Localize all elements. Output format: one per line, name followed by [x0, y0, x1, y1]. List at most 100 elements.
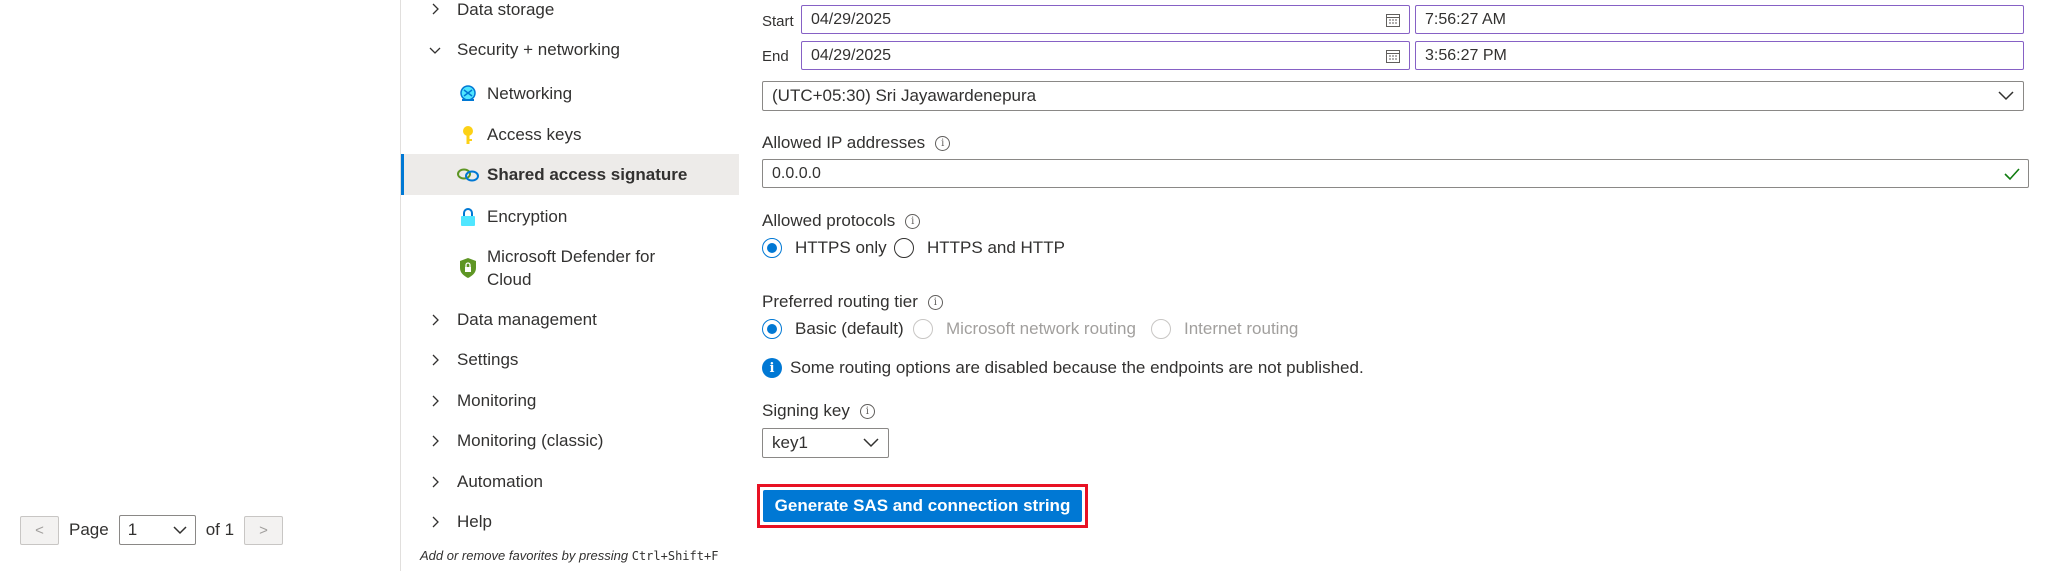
- calendar-icon[interactable]: [1385, 48, 1401, 64]
- networking-icon: [457, 83, 479, 105]
- lock-icon: [457, 206, 479, 228]
- timezone-select[interactable]: (UTC+05:30) Sri Jayawardenepura: [762, 81, 2024, 111]
- favorites-hint: Add or remove favorites by pressing Ctrl…: [420, 548, 718, 563]
- nav-group-label: Help: [457, 512, 492, 531]
- shield-icon: [457, 257, 479, 279]
- next-page-button[interactable]: >: [244, 515, 284, 545]
- favorites-hint-text: Add or remove favorites by pressing: [420, 548, 629, 563]
- nav-group-label: Data storage: [457, 0, 555, 19]
- nav-group-security-networking[interactable]: Security + networking: [401, 40, 739, 62]
- routing-tier-label-text: Preferred routing tier: [762, 292, 918, 311]
- generate-button-highlight: Generate SAS and connection string: [757, 484, 1088, 528]
- chevron-right-icon: [432, 516, 439, 528]
- chevron-down-icon: [173, 525, 187, 534]
- start-time-field[interactable]: 7:56:27 AM: [1415, 5, 2024, 34]
- routing-tier-label: Preferred routing tier i: [762, 292, 943, 312]
- start-time-value: 7:56:27 AM: [1425, 10, 1506, 28]
- nav-group-monitoring[interactable]: Monitoring: [401, 390, 739, 412]
- nav-item-label: Encryption: [487, 207, 568, 226]
- info-icon[interactable]: i: [905, 213, 921, 229]
- radio-label: HTTPS and HTTP: [927, 238, 1065, 257]
- generate-sas-button[interactable]: Generate SAS and connection string: [763, 490, 1082, 522]
- nav-group-help[interactable]: Help: [401, 511, 739, 533]
- nav-group-settings[interactable]: Settings: [401, 349, 739, 371]
- radio-button: [1151, 319, 1171, 339]
- nav-group-label: Settings: [457, 350, 519, 369]
- signing-key-select[interactable]: key1: [762, 428, 889, 458]
- routing-internet: Internet routing: [1151, 319, 1298, 339]
- routing-notice-text: Some routing options are disabled becaus…: [790, 358, 1364, 377]
- signing-key-value: key1: [772, 433, 808, 452]
- calendar-icon[interactable]: [1385, 12, 1401, 28]
- allowed-ip-label: Allowed IP addresses i: [762, 133, 951, 153]
- routing-basic[interactable]: Basic (default): [762, 319, 904, 339]
- chevron-right-icon: [432, 476, 439, 488]
- nav-item-label-line2: Cloud: [487, 270, 532, 289]
- radio-button[interactable]: [894, 238, 914, 258]
- info-icon: i: [762, 358, 782, 378]
- allowed-protocols-label-text: Allowed protocols: [762, 211, 896, 230]
- allowed-ip-input[interactable]: 0.0.0.0: [762, 159, 2029, 188]
- nav-item-label: Shared access signature: [487, 165, 688, 184]
- start-date-value: 04/29/2025: [811, 10, 892, 28]
- radio-button[interactable]: [762, 319, 782, 339]
- page-label: Page: [69, 520, 109, 539]
- resource-menu: Data storage Security + networking Netwo…: [400, 0, 739, 571]
- routing-microsoft-network: Microsoft network routing: [913, 319, 1136, 339]
- page-select-value: 1: [127, 520, 138, 539]
- nav-group-monitoring-classic[interactable]: Monitoring (classic): [401, 430, 739, 452]
- nav-group-label: Security + networking: [457, 40, 620, 59]
- nav-item-access-keys[interactable]: Access keys: [401, 120, 739, 149]
- nav-item-shared-access-signature[interactable]: Shared access signature: [401, 154, 739, 195]
- info-icon[interactable]: i: [927, 294, 943, 310]
- nav-item-label: Access keys: [487, 125, 582, 144]
- nav-group-label: Monitoring (classic): [457, 431, 604, 450]
- chevron-right-icon: [432, 314, 439, 326]
- prev-page-button[interactable]: <: [20, 515, 59, 545]
- routing-notice: i Some routing options are disabled beca…: [762, 358, 1364, 378]
- chevron-down-icon: [1998, 91, 2014, 101]
- timezone-value: (UTC+05:30) Sri Jayawardenepura: [772, 86, 1037, 105]
- radio-button[interactable]: [762, 238, 782, 258]
- signing-key-label: Signing key i: [762, 401, 875, 421]
- check-icon: [2004, 168, 2020, 181]
- radio-label: Microsoft network routing: [946, 319, 1136, 338]
- radio-button: [913, 319, 933, 339]
- info-icon[interactable]: i: [935, 135, 951, 151]
- nav-item-networking[interactable]: Networking: [401, 79, 739, 108]
- chevron-right-icon: [432, 395, 439, 407]
- protocol-https-only[interactable]: HTTPS only: [762, 238, 887, 258]
- end-time-value: 3:56:27 PM: [1425, 46, 1507, 64]
- signing-key-label-text: Signing key: [762, 401, 850, 420]
- end-date-field[interactable]: 04/29/2025: [801, 41, 1410, 70]
- page-of-label: of 1: [205, 520, 235, 539]
- chevron-right-icon: [432, 435, 439, 447]
- allowed-ip-value: 0.0.0.0: [772, 164, 821, 182]
- nav-item-label: Networking: [487, 84, 573, 103]
- start-date-field[interactable]: 04/29/2025: [801, 5, 1410, 34]
- end-label: End: [762, 48, 789, 65]
- nav-group-automation[interactable]: Automation: [401, 471, 739, 493]
- favorites-shortcut: Ctrl+Shift+F: [631, 549, 719, 563]
- end-date-value: 04/29/2025: [811, 46, 892, 64]
- nav-item-label: Microsoft Defender for Cloud: [487, 245, 655, 291]
- allowed-ip-label-text: Allowed IP addresses: [762, 133, 926, 152]
- key-icon: [457, 124, 479, 146]
- pager: < Page 1 of 1 >: [20, 515, 284, 545]
- nav-group-label: Data management: [457, 310, 597, 329]
- nav-group-data-management[interactable]: Data management: [401, 309, 739, 331]
- page-select[interactable]: 1: [118, 515, 196, 545]
- chevron-right-icon: [432, 3, 439, 15]
- radio-label: HTTPS only: [795, 238, 887, 257]
- nav-group-label: Monitoring: [457, 391, 537, 410]
- nav-item-microsoft-defender[interactable]: Microsoft Defender for Cloud: [401, 243, 739, 293]
- end-time-field[interactable]: 3:56:27 PM: [1415, 41, 2024, 70]
- radio-label: Basic (default): [795, 319, 904, 338]
- chevron-down-icon: [429, 47, 441, 54]
- allowed-protocols-label: Allowed protocols i: [762, 211, 921, 231]
- nav-item-encryption[interactable]: Encryption: [401, 202, 739, 231]
- info-icon[interactable]: i: [859, 403, 875, 419]
- nav-group-data-storage[interactable]: Data storage: [401, 0, 739, 22]
- nav-item-label-line1: Microsoft Defender for: [487, 247, 656, 266]
- protocol-https-and-http[interactable]: HTTPS and HTTP: [894, 238, 1065, 258]
